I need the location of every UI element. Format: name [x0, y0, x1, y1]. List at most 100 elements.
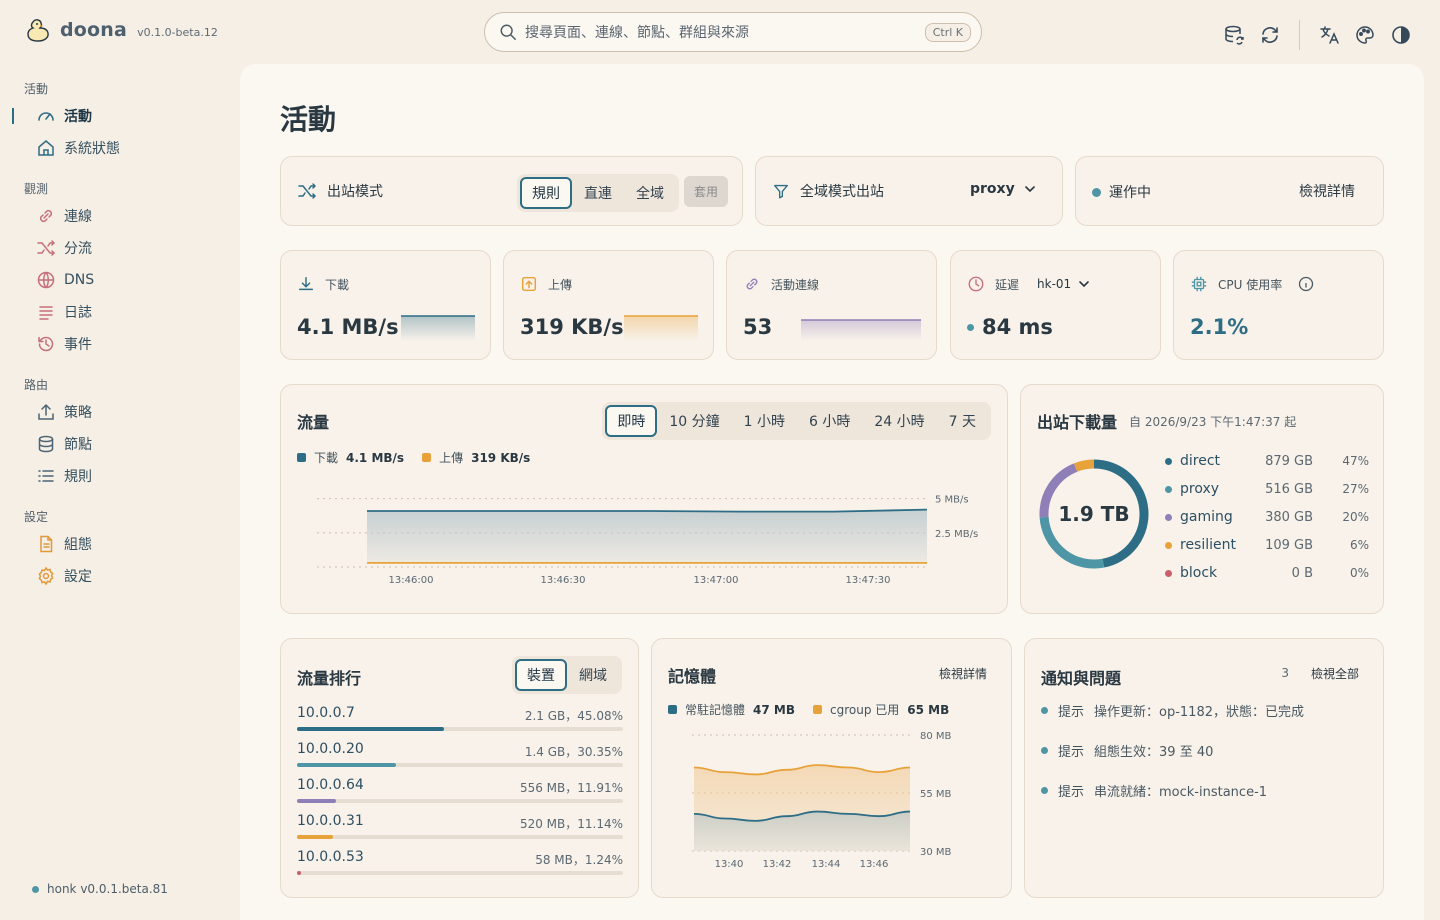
memory-legend: 常駐記憶體 47 MB cgroup 已用 65 MB	[668, 701, 949, 718]
sidebar-item-logs[interactable]: 日誌	[36, 300, 92, 324]
mode-direct[interactable]: 直連	[572, 177, 624, 209]
link-icon	[746, 278, 758, 290]
ranking-bar-track	[297, 799, 623, 803]
legend-rss-value: 47 MB	[753, 702, 795, 717]
mode-global[interactable]: 全域	[624, 177, 676, 209]
stat-upload-label: 上傳	[548, 277, 573, 292]
sidebar-item-nodes[interactable]: 節點	[36, 432, 92, 456]
ranking-card: 流量排行 裝置 網域 10.0.0.7 2.1 GB，45.08% 10.0.0.2…	[280, 638, 639, 898]
core-status-card: 運作中 檢視詳情	[1075, 156, 1384, 226]
stat-cpu-label: CPU 使用率	[1218, 277, 1283, 292]
search-icon	[500, 24, 516, 40]
ranking-ip: 10.0.0.7	[297, 705, 355, 721]
sidebar-item-policy[interactable]: 策略	[36, 400, 92, 424]
sidebar-item-system-status[interactable]: 系統狀態	[36, 136, 120, 160]
global-outbound-card: 全域模式出站 proxy	[755, 156, 1063, 226]
mode-selector: 規則 直連 全域	[517, 174, 679, 212]
stat-latency: 延遲 hk-01 84 ms	[950, 250, 1161, 360]
notification-item[interactable]: 提示 組態生效：39 至 40	[1041, 741, 1213, 760]
global-outbound-select[interactable]: proxy	[970, 181, 1037, 197]
search-input[interactable]: 搜尋頁面、連線、節點、群組與來源 Ctrl K	[484, 12, 982, 52]
ranking-row[interactable]: 10.0.0.64 556 MB，11.91%	[297, 777, 623, 803]
notification-message: 串流就緒：mock-instance-1	[1094, 785, 1268, 800]
outbound-legend-label: gaming	[1180, 509, 1233, 525]
traffic-title: 流量	[297, 413, 330, 432]
sidebar-item-label: 連線	[64, 209, 92, 225]
sidebar-item-rules[interactable]: 規則	[36, 464, 92, 488]
donut-slice-resilient	[1073, 459, 1095, 472]
stat-upload: 上傳 319 KB/s	[503, 250, 714, 360]
tab-domains[interactable]: 網域	[567, 659, 619, 691]
nav-group-routing: 路由	[24, 378, 49, 392]
refresh-icon[interactable]	[1259, 24, 1281, 46]
outbound-legend-label: resilient	[1180, 537, 1236, 553]
view-all-link[interactable]: 檢視全部	[1311, 665, 1359, 682]
mode-rule[interactable]: 規則	[520, 177, 572, 209]
ranking-bar-fill	[297, 727, 444, 731]
ranking-bar-track	[297, 835, 623, 839]
core-version-text: honk v0.0.1.beta.81	[47, 882, 168, 896]
range-1h[interactable]: 1 小時	[732, 405, 797, 437]
shuffle-icon	[298, 183, 317, 199]
legend-dot	[1165, 457, 1172, 465]
ranking-ip: 10.0.0.31	[297, 813, 364, 829]
translate-icon[interactable]	[1318, 24, 1340, 46]
memory-details-link[interactable]: 檢視詳情	[939, 665, 987, 682]
legend-swatch-rss	[668, 705, 677, 714]
stat-latency-label: 延遲	[995, 277, 1020, 292]
contrast-icon[interactable]	[1390, 24, 1412, 46]
outbound-since: 自 2026/9/23 下午1:47:37 起	[1129, 414, 1297, 429]
range-10m[interactable]: 10 分鐘	[657, 405, 731, 437]
palette-icon[interactable]	[1354, 24, 1376, 46]
database-sync-icon[interactable]	[1223, 24, 1245, 46]
ranking-row[interactable]: 10.0.0.53 58 MB，1.24%	[297, 849, 623, 875]
sidebar-item-label: 事件	[64, 337, 92, 353]
ranking-bar-track	[297, 763, 623, 767]
x-tick-label: 13:47:30	[846, 575, 891, 586]
traffic-chart: 5 MB/s 2.5 MB/s 13:46:00 13:46:30 13:47:00 13…	[317, 495, 978, 586]
ranking-bar-fill	[297, 763, 396, 767]
sidebar-item-events[interactable]: 事件	[36, 332, 92, 356]
notification-item[interactable]: 提示 串流就緒：mock-instance-1	[1041, 781, 1267, 800]
traffic-card: 流量 即時 10 分鐘 1 小時 6 小時 24 小時 7 天 下載 4.1 M…	[280, 384, 1008, 614]
range-6h[interactable]: 6 小時	[797, 405, 862, 437]
range-live[interactable]: 即時	[605, 405, 658, 437]
ranking-ip: 10.0.0.64	[297, 777, 364, 793]
ranking-row[interactable]: 10.0.0.20 1.4 GB，30.35%	[297, 741, 623, 767]
ranking-ip: 10.0.0.53	[297, 849, 364, 865]
apply-button[interactable]: 套用	[684, 176, 729, 207]
legend-cgroup-value: 65 MB	[907, 702, 950, 717]
outbound-legend-percent: 20%	[1342, 510, 1369, 524]
latency-node-select[interactable]: hk-01	[1037, 277, 1091, 291]
sidebar-item-dns[interactable]: DNS	[36, 268, 94, 292]
notification-item[interactable]: 提示 操作更新：op-1182，狀態：已完成	[1041, 701, 1304, 720]
ranking-bar-fill	[297, 871, 302, 875]
ranking-row[interactable]: 10.0.0.7 2.1 GB，45.08%	[297, 705, 623, 731]
sidebar-item-shunting[interactable]: 分流	[36, 236, 92, 260]
notification-tag: 提示	[1058, 745, 1085, 760]
upload-box-icon	[521, 276, 537, 292]
ranking-row[interactable]: 10.0.0.31 520 MB，11.14%	[297, 813, 623, 839]
notification-tag: 提示	[1058, 785, 1085, 800]
memory-card: 記憶體 檢視詳情 常駐記憶體 47 MB cgroup 已用 65 MB 80 …	[651, 638, 1012, 898]
sidebar-item-config[interactable]: 組態	[36, 532, 92, 556]
tab-devices[interactable]: 裝置	[515, 659, 567, 691]
sidebar-item-activity[interactable]: 活動	[36, 104, 92, 128]
filter-icon	[774, 184, 788, 199]
latency-node: hk-01	[1037, 277, 1072, 291]
stat-connections-value: 53	[743, 315, 773, 339]
ranking-value: 1.4 GB，30.35%	[524, 745, 623, 759]
sidebar-item-connections[interactable]: 連線	[36, 204, 92, 228]
range-7d[interactable]: 7 天	[937, 405, 988, 437]
ranking-bar-fill	[297, 835, 334, 839]
sidebar-item-label: 設定	[64, 569, 92, 585]
x-tick-label: 13:40	[715, 859, 744, 870]
memory-chart: 80 MB 55 MB 30 MB 13:40 13:42 13:44 13:46	[692, 731, 952, 870]
info-icon[interactable]	[1298, 276, 1314, 292]
range-24h[interactable]: 24 小時	[862, 405, 936, 437]
traffic-legend: 下載 4.1 MB/s 上傳 319 KB/s	[297, 449, 530, 466]
legend-swatch-cgroup	[812, 705, 822, 714]
app-logo[interactable]: doona v0.1.0-beta.12	[24, 16, 218, 44]
view-details-link[interactable]: 檢視詳情	[1299, 181, 1355, 201]
sidebar-item-settings[interactable]: 設定	[36, 564, 92, 588]
